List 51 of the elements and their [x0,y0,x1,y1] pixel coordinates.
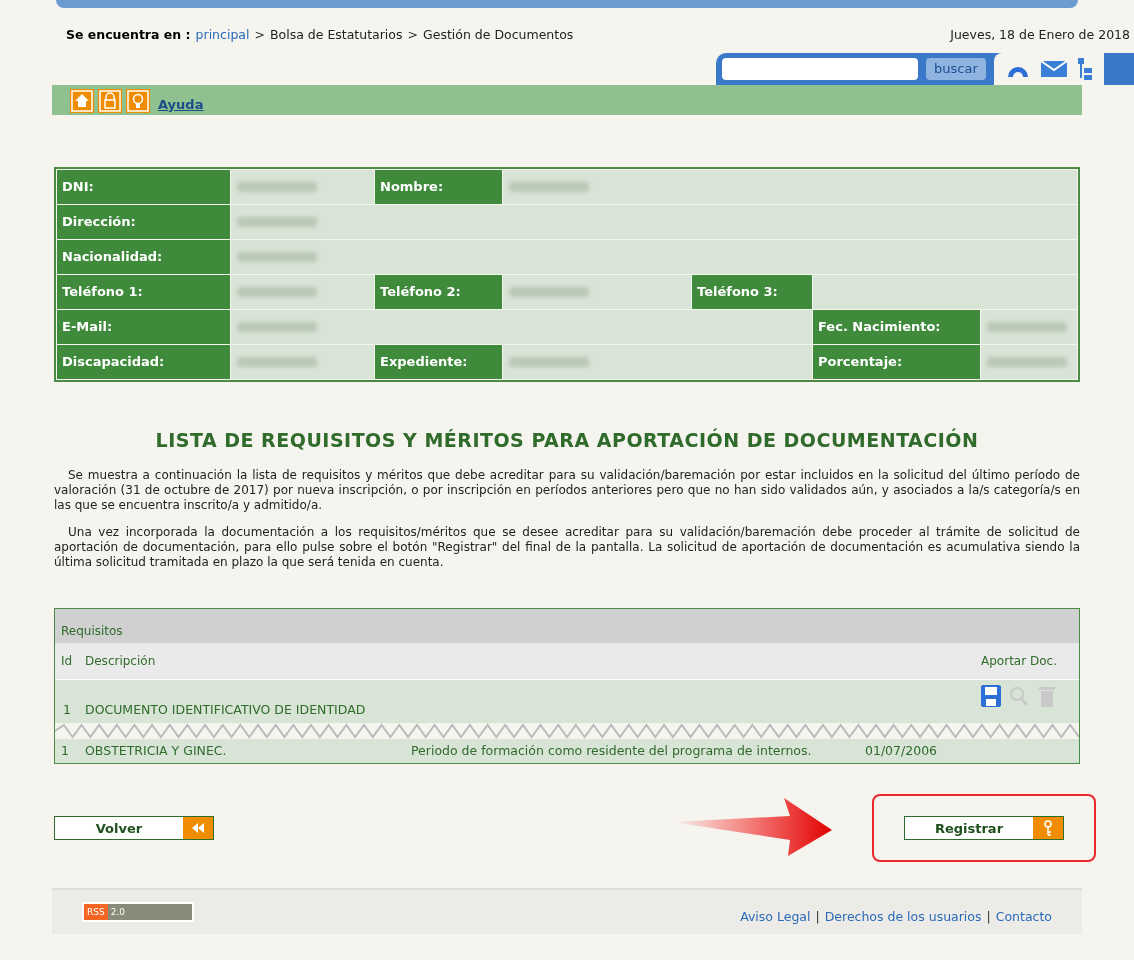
description-paragraph: Se muestra a continuación la lista de requisitos y méritos que debe acreditar para su validación/baremación por estar incluidos en la solicitud del último período de valoración (31 de octubre de 2017) por nueva inscripción, o por inscripción en períodos anteriores pero que no han sido validados aún, y asociados a la/s categoría/s en las que se encuentra inscrito/a y admitido/a. [54,468,1080,514]
field-label: Dirección: [57,204,230,239]
field-label: Expediente: [375,344,502,379]
field-label: Porcentaje: [813,344,980,379]
field-label: Teléfono 2: [375,274,502,309]
footer-link[interactable]: Contacto [995,907,1052,927]
search-field[interactable] [722,57,918,80]
column-header: Descripción [84,653,157,671]
field-label: Teléfono 1: [57,274,230,309]
table-title: Requisitos [55,609,1079,644]
field-label: DNI: [57,169,230,204]
back-button[interactable]: Volver [54,816,214,841]
field-label: Nacionalidad: [57,239,230,274]
footer-link[interactable]: Derechos de los usuarios [824,907,982,927]
register-button[interactable]: Registrar [904,816,1064,841]
column-header: Aportar Doc. [980,653,1058,671]
field-label: Nombre: [375,169,502,204]
key-icon [1044,820,1052,837]
mail-icon[interactable] [1039,59,1068,78]
column-header: Id [60,653,74,671]
breadcrumb-separator: > [407,26,418,44]
table-cell-text: Periodo de formación como residente del programa de internos. [410,741,813,760]
field-label: E-Mail: [57,309,230,344]
footer-link[interactable]: Aviso Legal [740,907,811,927]
table-cell-text: OBSTETRICIA Y GINEC. [84,741,228,760]
table-cell-text: DOCUMENTO IDENTIFICATIVO DE IDENTIDAD [84,700,367,719]
help-link[interactable]: Ayuda [158,95,204,115]
link-separator: | [815,907,820,926]
rewind-icon [192,823,204,834]
link-separator: | [986,907,991,926]
date-text: Jueves, 18 de Enero de 2018 [950,26,1130,44]
home-icon[interactable] [70,88,94,113]
save-icon[interactable] [980,684,1002,709]
breadcrumb-label: Se encuentra en : [66,26,191,44]
breadcrumb-link[interactable]: principal [195,26,250,45]
breadcrumb-item: Bolsa de Estatutarios [269,26,403,44]
field-label: Discapacidad: [57,344,230,379]
search-button[interactable]: buscar [926,57,986,80]
description-paragraph: Una vez incorporada la documentación a los requisitos/méritos que se desee acreditar para su validación/baremación debe proceder al trámite de solicitud de aportación de documentación, para ello pulse sobre el botón "Registrar" del final de la pantalla. La solicitud de aportación de documentación es acumulativa siendo la última solicitud tramitada en plazo la que será tenida en cuenta. [54,525,1080,571]
field-label: Fec. Nacimiento: [813,309,980,344]
table-cell-text: 01/07/2006 [864,741,939,760]
breadcrumb-item: Gestión de Documentos [423,26,574,44]
table-cell-text: 1 [60,741,70,760]
table-cell-text: 1 [62,700,72,719]
field-label: Teléfono 3: [692,274,812,309]
sitemap-icon[interactable] [1077,57,1092,80]
breadcrumb-separator: > [254,26,265,44]
lightbulb-icon[interactable] [126,88,150,113]
lock-icon[interactable] [98,88,122,113]
page-heading: LISTA DE REQUISITOS Y MÉRITOS PARA APORTACIÓN DE DOCUMENTACIÓN [154,427,980,453]
rss-badge[interactable]: RSS 2.0 [82,902,194,923]
